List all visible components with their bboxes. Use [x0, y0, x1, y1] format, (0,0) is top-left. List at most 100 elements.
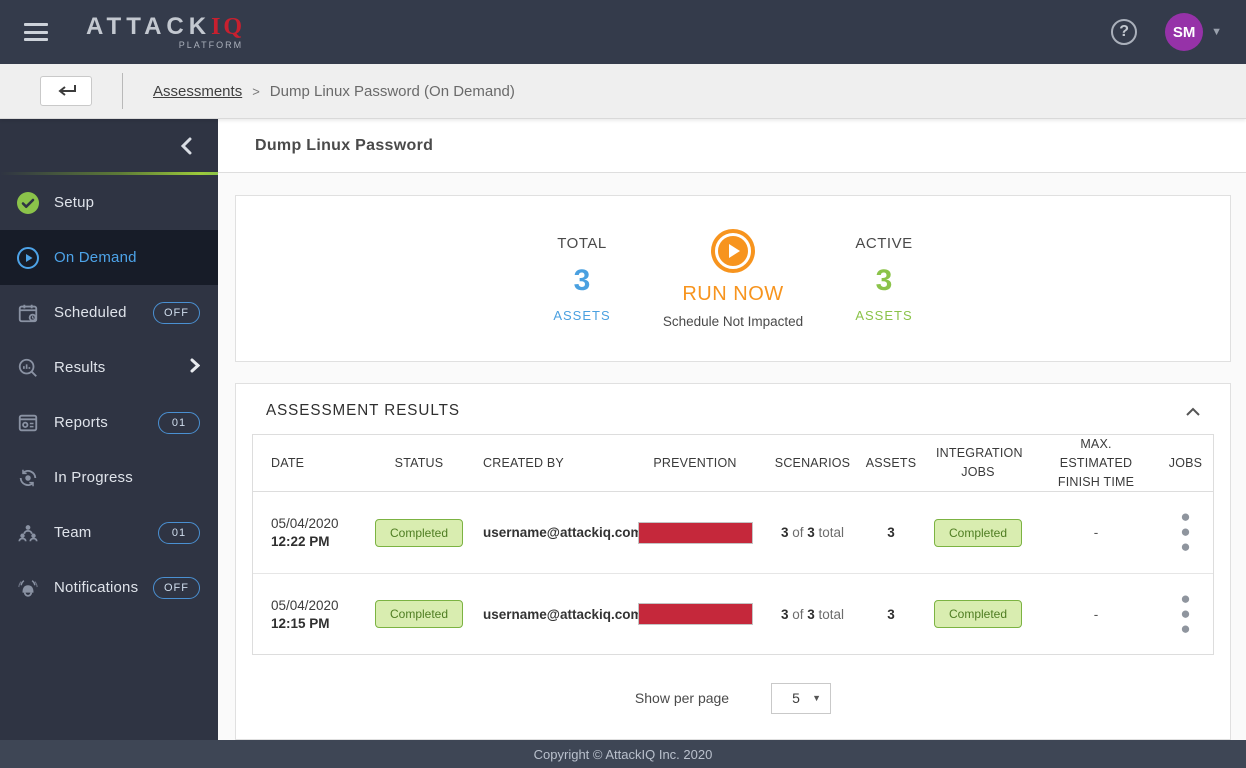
breadcrumb-divider	[122, 73, 123, 109]
column-header-prevention: PREVENTION	[653, 455, 737, 470]
sidebar-item-scheduled[interactable]: Scheduled OFF	[0, 285, 218, 340]
run-now-label: RUN NOW	[682, 282, 784, 305]
notifications-off-badge: OFF	[153, 576, 200, 599]
total-label: TOTAL	[557, 234, 607, 252]
play-icon	[715, 232, 751, 269]
select-caret-icon: ▼	[812, 693, 822, 703]
team-count-badge: 01	[158, 521, 200, 544]
help-icon[interactable]: ?	[1111, 19, 1138, 45]
copyright-text: Copyright © AttackIQ Inc. 2020	[533, 746, 713, 762]
chevron-right-icon	[190, 358, 201, 377]
sidebar-item-on-demand[interactable]: On Demand	[0, 230, 218, 285]
assessment-results-card: ASSESSMENT RESULTS DATE STATUS CREATED B…	[235, 383, 1231, 740]
sidebar-item-reports[interactable]: Reports 01	[0, 395, 218, 450]
jobs-cell: ● ● ●	[1158, 507, 1213, 556]
prevention-cell	[625, 521, 765, 544]
sidebar-item-notifications[interactable]: Notifications OFF	[0, 560, 218, 615]
sidebar: Setup On Demand Scheduled OFF Results Re…	[0, 119, 218, 740]
check-circle-icon	[16, 191, 40, 215]
results-title: ASSESSMENT RESULTS	[266, 402, 460, 419]
sidebar-item-label: On Demand	[54, 249, 137, 266]
sidebar-item-in-progress[interactable]: In Progress	[0, 450, 218, 505]
column-header-jobs: JOBS	[1168, 455, 1203, 470]
sidebar-item-results[interactable]: Results	[0, 340, 218, 395]
created-by-cell: username@attackiq.com	[483, 606, 643, 622]
sidebar-item-setup[interactable]: Setup	[0, 175, 218, 230]
avatar[interactable]: SM	[1165, 13, 1204, 51]
chevron-left-icon	[180, 137, 192, 154]
row-menu-icon[interactable]: ● ● ●	[1180, 507, 1190, 556]
back-arrow-icon	[58, 85, 76, 96]
status-cell: Completed	[373, 518, 465, 547]
sidebar-item-team[interactable]: Team 01	[0, 505, 218, 560]
integration-jobs-badge: Completed	[933, 600, 1023, 628]
run-now-button[interactable]	[711, 228, 755, 273]
sidebar-item-label: Scheduled	[54, 304, 127, 321]
back-button[interactable]	[40, 76, 92, 106]
sidebar-item-label: Team	[54, 524, 92, 541]
column-header-status: STATUS	[394, 455, 444, 470]
sidebar-item-label: Setup	[54, 194, 95, 211]
menu-icon[interactable]	[24, 23, 48, 41]
row-menu-icon[interactable]: ● ● ●	[1180, 589, 1190, 638]
team-icon	[16, 521, 40, 545]
search-chart-icon	[16, 356, 40, 380]
sidebar-item-label: In Progress	[54, 469, 133, 486]
sidebar-item-label: Reports	[54, 414, 108, 431]
per-page-select[interactable]: 5 ▼	[771, 682, 832, 714]
top-bar: ATTACKIQ PLATFORM ? SM ▼	[0, 0, 1246, 64]
bell-waves-icon	[16, 576, 40, 600]
active-label: ACTIVE	[855, 234, 913, 252]
sidebar-collapse-button[interactable]	[0, 119, 218, 172]
chevron-up-icon	[1186, 407, 1200, 416]
page-title: Dump Linux Password	[255, 136, 434, 154]
total-assets-stat: TOTAL 3 ASSETS	[511, 235, 653, 323]
breadcrumb-bar: Assessments > Dump Linux Password (On De…	[0, 64, 1246, 119]
sidebar-item-label: Results	[54, 359, 106, 376]
reports-count-badge: 01	[158, 411, 200, 434]
attackiq-logo: ATTACKIQ PLATFORM	[86, 12, 245, 50]
integration-jobs-badge: Completed	[933, 518, 1023, 547]
column-header-assets: ASSETS	[865, 455, 917, 470]
collapse-section-button[interactable]	[1186, 407, 1200, 416]
user-menu[interactable]: SM ▼	[1165, 13, 1222, 51]
total-unit: ASSETS	[553, 307, 611, 323]
max-estimated-finish-time-cell: -	[1093, 606, 1099, 622]
prevention-cell	[625, 603, 765, 625]
scenarios-cell: 3 of 3 total	[780, 525, 845, 540]
calendar-icon	[16, 301, 40, 325]
report-icon	[16, 411, 40, 435]
breadcrumb-link-assessments[interactable]: Assessments	[153, 83, 242, 100]
show-per-page-label: Show per page	[634, 690, 730, 706]
attackiq-platform-app: ATTACKIQ PLATFORM ? SM ▼ Assessments > D…	[0, 0, 1246, 768]
results-table: DATE STATUS CREATED BY PREVENTION SCENAR…	[252, 434, 1214, 655]
max-estimated-finish-time-cell: -	[1093, 525, 1099, 540]
column-header-max-estimated-finish-time: MAX. ESTIMATED FINISH TIME	[1057, 437, 1135, 489]
column-header-created-by: CREATED BY	[483, 455, 564, 470]
status-cell: Completed	[373, 600, 465, 628]
run-now-control: RUN NOW Schedule Not Impacted	[653, 228, 813, 329]
page-title-bar: Dump Linux Password	[218, 119, 1246, 173]
table-row: 05/04/2020 12:22 PM Completed username@a…	[253, 492, 1213, 573]
integration-jobs-cell: Completed	[922, 518, 1034, 547]
results-header: ASSESSMENT RESULTS	[252, 400, 1214, 434]
created-by-cell: username@attackiq.com	[483, 525, 643, 540]
schedule-note: Schedule Not Impacted	[662, 313, 804, 329]
column-header-date: DATE	[271, 455, 305, 470]
main-content: Dump Linux Password TOTAL 3 ASSETS RUN N…	[218, 119, 1246, 740]
sidebar-item-label: Notifications	[54, 579, 139, 596]
column-header-scenarios: SCENARIOS	[774, 455, 851, 470]
column-header-integration-jobs: INTEGRATION JOBS	[936, 446, 1023, 480]
scheduled-off-badge: OFF	[153, 301, 200, 324]
active-assets-stat: ACTIVE 3 ASSETS	[813, 235, 955, 323]
active-unit: ASSETS	[855, 307, 913, 323]
date-cell: 05/04/2020 12:15 PM	[271, 597, 339, 631]
date-cell: 05/04/2020 12:22 PM	[271, 516, 339, 549]
per-page-value: 5	[792, 690, 800, 706]
brand-text: ATTACK	[86, 12, 212, 40]
table-row: 05/04/2020 12:15 PM Completed username@a…	[253, 573, 1213, 654]
total-value: 3	[573, 263, 591, 297]
footer-bar: Copyright © AttackIQ Inc. 2020	[0, 740, 1246, 768]
prevention-bar	[637, 521, 753, 544]
jobs-cell: ● ● ●	[1158, 589, 1213, 638]
